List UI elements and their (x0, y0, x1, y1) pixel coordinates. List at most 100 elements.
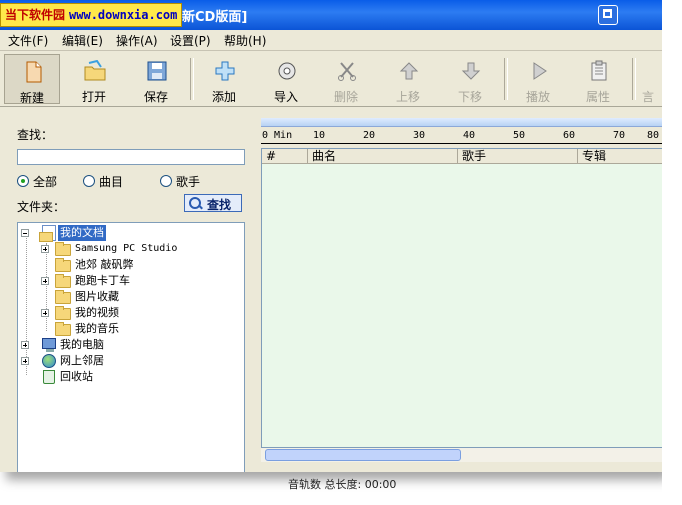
plus-icon (215, 61, 235, 81)
tree-label: 我的音乐 (75, 322, 119, 335)
menu-settings[interactable]: 设置(P) (170, 32, 211, 49)
network-globe-icon (42, 354, 56, 368)
import-label: 导入 (273, 90, 298, 104)
properties-sheet-icon (591, 60, 607, 81)
tree-node-samsung[interactable]: Samsung PC Studio (40, 241, 240, 257)
folder-tree[interactable]: 我的文档 Samsung PC Studio 池郊 敲矾弊 跑跑卡丁车 图片收藏 (17, 222, 245, 472)
scissors-icon (338, 62, 356, 81)
tree-node-videos[interactable]: 我的视频 (40, 305, 240, 321)
menu-file[interactable]: 文件(F) (8, 32, 48, 49)
tree-label: 我的视频 (75, 306, 119, 319)
new-document-icon (26, 61, 42, 83)
pane-splitter[interactable] (254, 112, 260, 472)
search-panel: 查找： 全部 曲目 歌手 文件夹： 查找 我的文档 Samsung PC Stu… (6, 116, 254, 472)
horizontal-scrollbar[interactable] (261, 448, 664, 462)
open-label: 打开 (81, 90, 106, 104)
toolbar-separator (632, 58, 636, 100)
ruler-tick-label: 80 (647, 130, 660, 141)
music-folder-icon (55, 322, 71, 336)
tree-node-network[interactable]: 网上邻居 (20, 353, 240, 369)
tree-node-recycle-bin[interactable]: 回收站 (20, 369, 240, 385)
menu-edit[interactable]: 编辑(E) (62, 32, 103, 49)
ruler-tick-label: 60 (563, 130, 576, 141)
expand-icon[interactable] (41, 277, 49, 285)
ruler-tick-label: 20 (363, 130, 376, 141)
move-down-label: 下移 (457, 90, 482, 104)
expand-icon[interactable] (41, 245, 49, 253)
time-ruler: 0 Min 10 20 30 40 50 60 70 80 (261, 128, 664, 144)
tree-label: 网上邻居 (60, 354, 104, 367)
tree-node-my-documents[interactable]: 我的文档 (20, 225, 240, 242)
column-header-title[interactable]: 曲名 (308, 149, 458, 164)
tree-label: 我的文档 (58, 225, 106, 241)
radio-track-label: 曲目 (99, 175, 124, 189)
move-down-button[interactable]: 下移 (442, 54, 498, 104)
tree-label: 跑跑卡丁车 (75, 274, 130, 287)
properties-button[interactable]: 属性 (570, 54, 626, 104)
search-input[interactable] (17, 149, 245, 165)
move-up-button[interactable]: 上移 (380, 54, 436, 104)
import-button[interactable]: 导入 (258, 54, 314, 104)
my-documents-icon (39, 225, 56, 242)
magnifier-icon (189, 197, 201, 209)
tree-label: 我的电脑 (60, 338, 104, 351)
search-label: 查找： (17, 128, 54, 142)
menu-bar: 文件(F) 编辑(E) 操作(A) 设置(P) 帮助(H) (0, 30, 664, 51)
save-label: 保存 (143, 90, 168, 104)
save-button[interactable]: 保存 (128, 54, 184, 104)
scrollbar-thumb[interactable] (265, 449, 461, 461)
tree-node-kartrider[interactable]: 跑跑卡丁车 (40, 273, 240, 289)
capacity-bar (261, 118, 664, 127)
column-header-album[interactable]: 专辑 (578, 149, 663, 164)
watermark-url: www.downxia.com (69, 8, 178, 22)
find-button[interactable]: 查找 (184, 194, 242, 212)
toolbar-separator (504, 58, 508, 100)
title-bar[interactable]: 当下软件园 www.downxia.com 新CD版面] (0, 0, 664, 30)
computer-icon (42, 338, 56, 352)
collapse-icon[interactable] (21, 229, 29, 237)
expand-icon[interactable] (41, 309, 49, 317)
find-button-label: 查找 (207, 198, 232, 212)
delete-button[interactable]: 删除 (318, 54, 374, 104)
tree-node-pictures[interactable]: 图片收藏 (40, 289, 240, 305)
ruler-tick-label: 50 (513, 130, 526, 141)
open-button[interactable]: 打开 (66, 54, 122, 104)
arrow-up-icon (399, 62, 419, 80)
expand-icon[interactable] (21, 341, 29, 349)
toolbar-separator (190, 58, 194, 100)
ruler-tick-label: 40 (463, 130, 476, 141)
track-list[interactable]: # 曲名 歌手 专辑 (261, 148, 664, 448)
folder-icon (55, 242, 71, 256)
torn-edge-right (662, 0, 682, 505)
radio-track[interactable] (83, 175, 95, 187)
radio-all-label: 全部 (33, 175, 58, 189)
tree-node-my-computer[interactable]: 我的电脑 (20, 337, 240, 353)
recycle-bin-icon (43, 370, 55, 384)
new-label: 新建 (19, 91, 44, 105)
radio-all[interactable] (17, 175, 29, 187)
properties-label: 属性 (585, 90, 610, 104)
track-panel: 0 Min 10 20 30 40 50 60 70 80 # 曲名 歌手 专辑 (261, 118, 664, 472)
folder-icon (55, 274, 71, 288)
column-header-number[interactable]: # (262, 149, 308, 164)
main-window: 当下软件园 www.downxia.com 新CD版面] 文件(F) 编辑(E) … (0, 0, 664, 472)
play-button[interactable]: 播放 (510, 54, 566, 104)
menu-action[interactable]: 操作(A) (116, 32, 158, 49)
cut-off-label: 言 (642, 90, 655, 104)
add-button[interactable]: 添加 (196, 54, 252, 104)
expand-icon[interactable] (21, 357, 29, 365)
cut-off-button[interactable]: 言 (638, 54, 664, 104)
tree-node-folder[interactable]: 池郊 敲矾弊 (40, 257, 240, 273)
menu-help[interactable]: 帮助(H) (224, 32, 266, 49)
tree-label: 图片收藏 (75, 290, 119, 303)
tree-node-music[interactable]: 我的音乐 (40, 321, 240, 337)
column-header-artist[interactable]: 歌手 (458, 149, 578, 164)
folder-label: 文件夹： (17, 200, 66, 214)
new-button[interactable]: 新建 (4, 54, 60, 105)
radio-artist[interactable] (160, 175, 172, 187)
radio-artist-label: 歌手 (176, 175, 201, 189)
pictures-folder-icon (55, 290, 71, 304)
maximize-button[interactable] (598, 5, 618, 25)
tree-label: Samsung PC Studio (75, 243, 178, 254)
delete-label: 删除 (333, 90, 358, 104)
